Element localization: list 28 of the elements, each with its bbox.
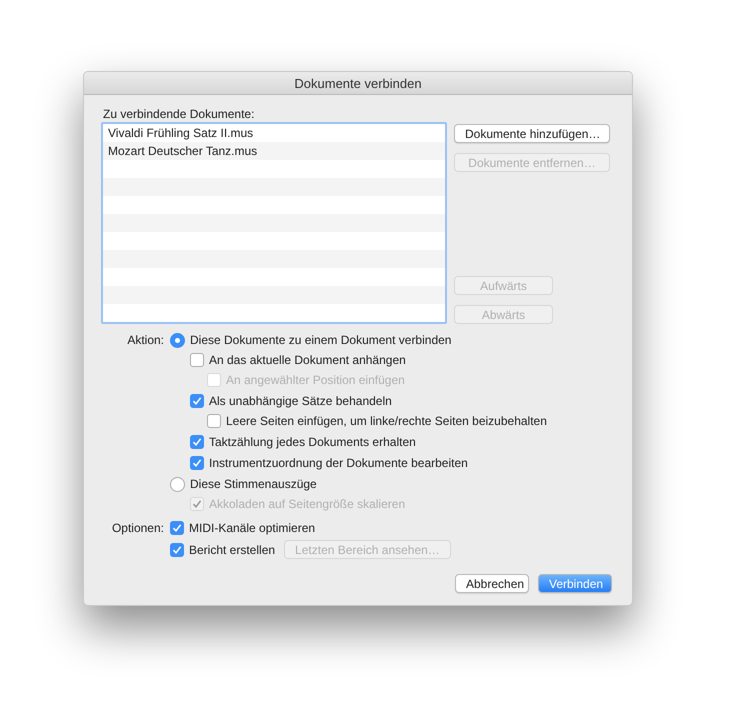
option-label: Instrumentzuordnung der Dokumente bearbeiten: [209, 456, 468, 470]
option-label: Akkoladen auf Seitengröße skalieren: [209, 497, 406, 511]
checkbox[interactable]: [190, 394, 204, 408]
document-item[interactable]: Mozart Deutscher Tanz.mus: [103, 142, 445, 160]
option-label: Diese Stimmenauszüge: [190, 477, 317, 491]
option-label: Diese Dokumente zu einem Dokument verbinden: [190, 333, 452, 347]
checkbox[interactable]: [190, 353, 204, 367]
section-label: Optionen:: [110, 520, 164, 537]
window-title: Dokumente verbinden: [84, 72, 632, 95]
checkbox[interactable]: [207, 414, 221, 428]
radio-button[interactable]: [170, 332, 185, 348]
checkbox[interactable]: [190, 456, 204, 470]
checkbox[interactable]: [170, 542, 184, 556]
side-button[interactable]: Dokumente hinzufügen…: [454, 124, 610, 143]
section-label: Aktion:: [126, 332, 164, 349]
document-list[interactable]: Vivaldi Frühling Satz II.mus Mozart Deutscher Tanz.mus: [101, 122, 447, 324]
checkbox[interactable]: [190, 435, 204, 449]
option-label: MIDI-Kanäle optimieren: [189, 521, 316, 535]
radio-button[interactable]: [170, 476, 185, 492]
cancel-button[interactable]: Abbrechen: [455, 574, 529, 593]
option-label: Taktzählung jedes Dokuments erhalten: [209, 435, 416, 449]
list-label: Zu verbindende Dokumente:: [103, 107, 256, 121]
option-label: Bericht erstellen: [189, 542, 276, 556]
option-label: An das aktuelle Dokument anhängen: [209, 353, 406, 367]
option-label: An angewählter Position einfügen: [226, 373, 405, 387]
checkbox[interactable]: [170, 521, 184, 535]
option-label: Leere Seiten einfügen, um linke/rechte Seiten beizubehalten: [226, 414, 547, 428]
option-label: Als unabhängige Sätze behandeln: [209, 394, 392, 408]
